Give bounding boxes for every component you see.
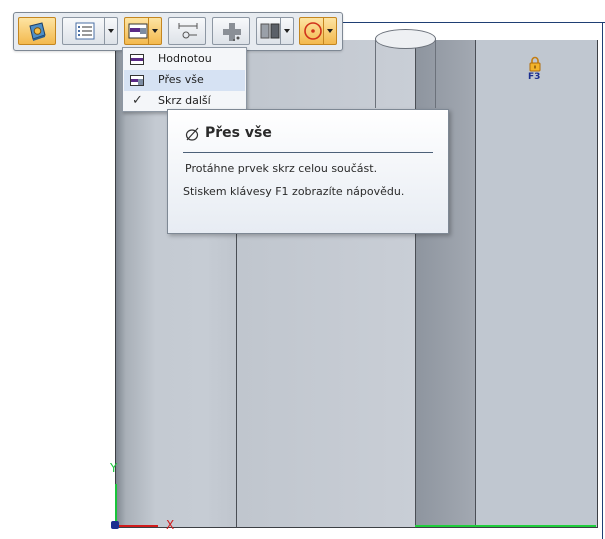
finite-extent-icon <box>130 54 144 65</box>
part-button[interactable] <box>18 17 56 45</box>
cylinder-preview-top <box>375 29 436 49</box>
keypoint-button[interactable] <box>299 17 337 45</box>
chevron-down-icon[interactable] <box>280 18 293 44</box>
through-all-icon <box>130 75 144 86</box>
command-bar <box>13 12 343 51</box>
x-axis-label: X <box>166 518 175 532</box>
treatment-button[interactable] <box>212 17 250 45</box>
side-step-icon <box>260 23 280 39</box>
menu-item-hodnotou[interactable]: Hodnotou <box>124 49 245 70</box>
feature-properties-button[interactable] <box>62 17 118 45</box>
lock-key-label: F3 <box>528 72 541 82</box>
measure-button[interactable] <box>168 17 206 45</box>
chevron-down-icon[interactable] <box>104 18 117 44</box>
checkmark-icon: ✓ <box>132 93 143 108</box>
lock-icon[interactable] <box>528 56 542 72</box>
menu-item-pres-vse[interactable]: Přes vše <box>124 70 245 91</box>
y-axis-label: Y <box>110 461 118 475</box>
tooltip-help-hint: Stiskem klávesy F1 zobrazíte nápovědu. <box>183 185 405 198</box>
extent-button[interactable] <box>124 17 162 45</box>
viewport-border-right <box>602 22 603 539</box>
through-all-tooltip-icon <box>185 127 199 141</box>
extent-icon <box>128 23 148 39</box>
measure-icon <box>178 23 198 39</box>
treatment-icon <box>223 23 241 41</box>
part-icon <box>29 22 46 41</box>
x-axis <box>116 525 158 527</box>
tooltip: Přes vše Protáhne prvek skrz celou součá… <box>167 109 449 234</box>
origin-icon <box>111 521 119 529</box>
tooltip-description: Protáhne prvek skrz celou součást. <box>185 162 378 175</box>
side-step-button[interactable] <box>256 17 294 45</box>
chevron-down-icon[interactable] <box>323 18 336 44</box>
tooltip-title: Přes vše <box>205 125 272 141</box>
keypoint-icon <box>304 22 322 40</box>
menu-item-label: Přes vše <box>158 73 204 86</box>
model-face-right[interactable] <box>475 40 598 528</box>
menu-item-label: Hodnotou <box>158 52 212 65</box>
tooltip-divider <box>183 152 433 153</box>
extent-dropdown-menu: Hodnotou Přes vše ✓ Skrz další <box>122 47 247 112</box>
chevron-down-icon[interactable] <box>148 18 161 44</box>
feature-properties-icon <box>75 22 95 40</box>
viewport-border-top <box>340 22 605 23</box>
y-axis <box>115 484 117 526</box>
menu-item-label: Skrz další <box>158 94 211 107</box>
highlighted-edge[interactable] <box>415 525 596 527</box>
